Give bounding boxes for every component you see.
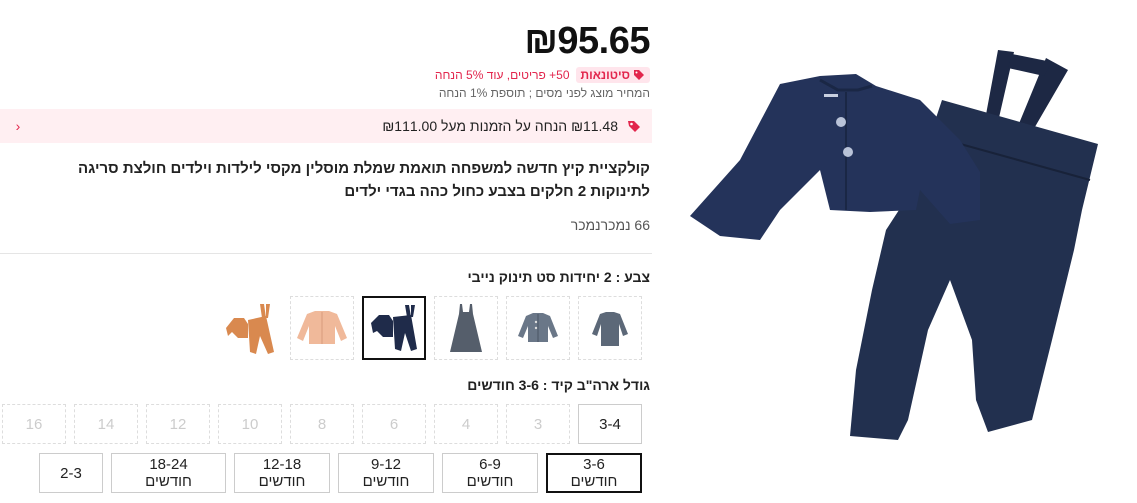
size-option-3-6-months[interactable]: 3-6 חודשים [546, 453, 642, 493]
color-label: צבע : 2 יחידות סט תינוק נייבי [467, 269, 650, 285]
orange-set-thumbnail [226, 304, 274, 354]
size-option-3-4[interactable]: 3-4 [578, 404, 642, 444]
size-option-6[interactable]: 6 [362, 404, 426, 444]
product-main-image[interactable] [680, 40, 1110, 480]
product-title: קולקציית קיץ חדשה למשפחה תואמת שמלת מוסל… [77, 160, 650, 200]
grey-shirt-thumbnail [592, 312, 628, 346]
discount-text: ₪11.48 הנחה על הזמנות מעל ₪111.00 [382, 118, 618, 134]
divider [0, 253, 652, 254]
size-option-18-24-months[interactable]: 18-24 חודשים [111, 453, 226, 493]
size-option-14[interactable]: 14 [74, 404, 138, 444]
wholesale-row: סיטונאות 50+ פריטים, עוד 5% הנחה [435, 67, 650, 83]
size-option-2-3[interactable]: 2-3 [39, 453, 103, 493]
product-price: ₪95.65 [524, 20, 650, 62]
product-info-panel: ₪95.65 סיטונאות 50+ פריטים, עוד 5% הנחה … [0, 0, 652, 503]
navy-baby-set-illustration [690, 50, 1098, 440]
size-option-9-12-months[interactable]: 9-12 חודשים [338, 453, 434, 493]
size-option-3[interactable]: 3 [506, 404, 570, 444]
size-option-12-18-months[interactable]: 12-18 חודשים [234, 453, 330, 493]
color-swatch-grey-dress[interactable] [434, 296, 498, 360]
size-option-8[interactable]: 8 [290, 404, 354, 444]
size-option-12[interactable]: 12 [146, 404, 210, 444]
price-tag-icon [628, 121, 640, 132]
navy-set-thumbnail [371, 305, 417, 351]
size-option-10[interactable]: 10 [218, 404, 282, 444]
grey-dress-thumbnail [450, 304, 482, 352]
tax-note: המחיר מוצג לפני מסים ; תוספת 1% הנחה [438, 86, 650, 100]
size-options-row-1: 3-4 3 4 6 8 10 12 14 16 [2, 404, 642, 444]
color-swatch-orange-set[interactable] [218, 296, 282, 360]
size-option-16[interactable]: 16 [2, 404, 66, 444]
size-option-6-9-months[interactable]: 6-9 חודשים [442, 453, 538, 493]
wholesale-badge: סיטונאות [575, 67, 650, 83]
color-swatch-peach-cardigan[interactable] [290, 296, 354, 360]
color-swatch-grey-cardigan[interactable] [506, 296, 570, 360]
color-swatches [218, 296, 642, 360]
size-label: גודל ארה"ב קיד : 3-6 חודשים [467, 377, 650, 393]
chevron-left-icon[interactable]: ‹ [10, 118, 26, 134]
tag-icon [634, 70, 644, 80]
discount-banner[interactable]: ₪11.48 הנחה על הזמנות מעל ₪111.00 ‹ [0, 109, 652, 143]
color-swatch-navy-set[interactable] [362, 296, 426, 360]
size-option-4[interactable]: 4 [434, 404, 498, 444]
color-swatch-grey-shirt[interactable] [578, 296, 642, 360]
sold-count: 66 נמכרנמכר [570, 217, 650, 233]
wholesale-text: 50+ פריטים, עוד 5% הנחה [434, 68, 570, 82]
peach-cardigan-thumbnail [297, 311, 347, 344]
grey-cardigan-thumbnail [518, 313, 558, 342]
size-options-row-2: 3-6 חודשים 6-9 חודשים 9-12 חודשים 12-18 … [39, 453, 642, 493]
wholesale-badge-label: סיטונאות [580, 68, 630, 82]
